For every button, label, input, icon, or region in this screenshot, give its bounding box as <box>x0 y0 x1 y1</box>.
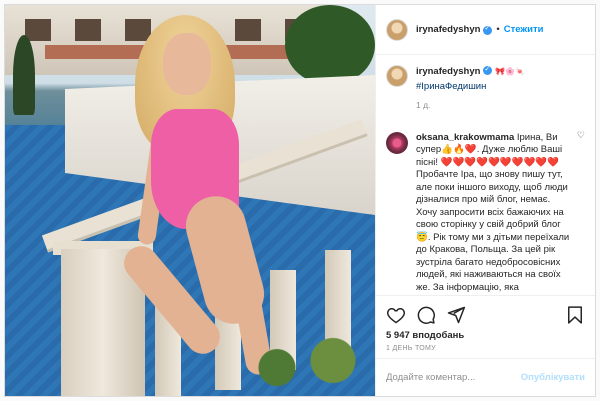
caption-emojis: 🎀🌸🍬 <box>495 67 525 76</box>
post-actions: 5 947 вподобань 1 ДЕНЬ ТОМУ <box>376 295 595 358</box>
comment-item: oksana_krakowmama Ірина, Ви супер👍🔥❤️. Д… <box>386 131 585 296</box>
separator-dot: • <box>496 24 500 35</box>
header-username[interactable]: irynafedyshyn <box>416 24 480 35</box>
likes-count[interactable]: 5 947 вподобань <box>386 330 585 341</box>
post-caption: irynafedyshyn 🎀🌸🍬 #ІринаФедишин 1 д. <box>386 64 585 112</box>
plants <box>235 325 375 396</box>
heart-small-icon[interactable]: ♡ <box>577 129 585 142</box>
caption-age: 1 д. <box>416 100 431 110</box>
publish-button[interactable]: Опублікувати <box>521 372 585 383</box>
post-sidebar: irynafedyshyn • Стежити irynafedyshyn 🎀🌸… <box>375 5 595 396</box>
caption-username[interactable]: irynafedyshyn <box>416 66 480 77</box>
commenter-avatar[interactable] <box>386 131 408 154</box>
cypress-tree <box>13 35 35 115</box>
comments-section[interactable]: irynafedyshyn 🎀🌸🍬 #ІринаФедишин 1 д. oks… <box>376 55 595 295</box>
post-header: irynafedyshyn • Стежити <box>376 5 595 55</box>
heart-icon[interactable] <box>386 305 406 325</box>
caption-avatar[interactable] <box>386 65 408 87</box>
comment-icon[interactable] <box>416 305 436 325</box>
comment-input[interactable] <box>386 372 521 383</box>
avatar[interactable] <box>386 18 408 41</box>
verified-badge-icon <box>483 64 493 77</box>
post-time: 1 ДЕНЬ ТОМУ <box>386 345 436 352</box>
caption-hashtag[interactable]: #ІринаФедишин <box>416 81 585 94</box>
tree <box>285 5 375 85</box>
share-icon[interactable] <box>446 305 466 325</box>
comment-text: Ірина, Ви супер👍🔥❤️. Дуже люблю Ваші піс… <box>416 131 570 296</box>
woman-face <box>163 33 211 95</box>
bookmark-icon[interactable] <box>565 305 585 325</box>
follow-button[interactable]: Стежити <box>504 24 544 35</box>
instagram-post: irynafedyshyn • Стежити irynafedyshyn 🎀🌸… <box>4 4 596 397</box>
post-photo[interactable] <box>5 5 375 396</box>
add-comment-bar: Опублікувати <box>376 358 595 396</box>
verified-badge-icon <box>483 24 493 35</box>
commenter-username[interactable]: oksana_krakowmama <box>416 132 514 143</box>
